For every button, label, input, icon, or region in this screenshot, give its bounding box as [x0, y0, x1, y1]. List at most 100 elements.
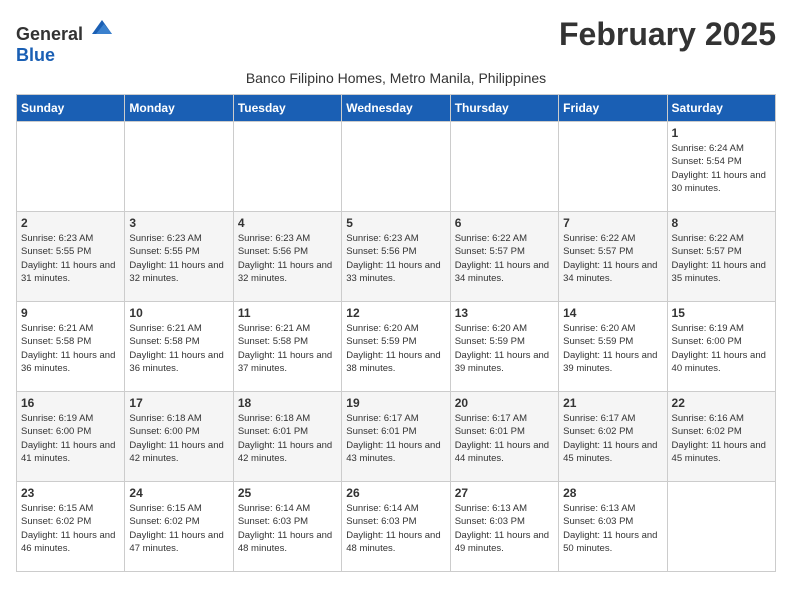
day-number: 2: [21, 216, 120, 230]
day-number: 3: [129, 216, 228, 230]
day-info: Sunrise: 6:21 AM Sunset: 5:58 PM Dayligh…: [129, 322, 228, 375]
day-info: Sunrise: 6:23 AM Sunset: 5:56 PM Dayligh…: [346, 232, 445, 285]
day-number: 22: [672, 396, 771, 410]
day-cell: 11 Sunrise: 6:21 AM Sunset: 5:58 PM Dayli…: [233, 302, 341, 392]
day-number: 20: [455, 396, 554, 410]
day-number: 24: [129, 486, 228, 500]
day-number: 25: [238, 486, 337, 500]
day-cell: 6 Sunrise: 6:22 AM Sunset: 5:57 PM Daylig…: [450, 212, 558, 302]
day-cell: 21 Sunrise: 6:17 AM Sunset: 6:02 PM Dayli…: [559, 392, 667, 482]
day-number: 9: [21, 306, 120, 320]
day-cell: 15 Sunrise: 6:19 AM Sunset: 6:00 PM Dayli…: [667, 302, 775, 392]
day-cell: 27 Sunrise: 6:13 AM Sunset: 6:03 PM Dayli…: [450, 482, 558, 572]
day-number: 11: [238, 306, 337, 320]
day-number: 15: [672, 306, 771, 320]
week-row-5: 23 Sunrise: 6:15 AM Sunset: 6:02 PM Dayli…: [17, 482, 776, 572]
day-cell: [667, 482, 775, 572]
header-day-thursday: Thursday: [450, 95, 558, 122]
day-info: Sunrise: 6:24 AM Sunset: 5:54 PM Dayligh…: [672, 142, 771, 195]
day-info: Sunrise: 6:23 AM Sunset: 5:55 PM Dayligh…: [21, 232, 120, 285]
day-info: Sunrise: 6:16 AM Sunset: 6:02 PM Dayligh…: [672, 412, 771, 465]
day-number: 1: [672, 126, 771, 140]
day-cell: 26Sunrise: 6:14 AM Sunset: 6:03 PM Dayli…: [342, 482, 450, 572]
week-row-2: 2 Sunrise: 6:23 AM Sunset: 5:55 PM Daylig…: [17, 212, 776, 302]
day-cell: 19Sunrise: 6:17 AM Sunset: 6:01 PM Dayli…: [342, 392, 450, 482]
day-info: Sunrise: 6:15 AM Sunset: 6:02 PM Dayligh…: [21, 502, 120, 555]
day-cell: [450, 122, 558, 212]
header-day-monday: Monday: [125, 95, 233, 122]
day-cell: [17, 122, 125, 212]
day-cell: 8 Sunrise: 6:22 AM Sunset: 5:57 PM Daylig…: [667, 212, 775, 302]
day-cell: [233, 122, 341, 212]
day-cell: 17 Sunrise: 6:18 AM Sunset: 6:00 PM Dayli…: [125, 392, 233, 482]
day-cell: 22 Sunrise: 6:16 AM Sunset: 6:02 PM Dayli…: [667, 392, 775, 482]
day-info: Sunrise: 6:19 AM Sunset: 6:00 PM Dayligh…: [672, 322, 771, 375]
day-cell: 14 Sunrise: 6:20 AM Sunset: 5:59 PM Dayli…: [559, 302, 667, 392]
day-info: Sunrise: 6:21 AM Sunset: 5:58 PM Dayligh…: [21, 322, 120, 375]
day-number: 7: [563, 216, 662, 230]
week-row-4: 16 Sunrise: 6:19 AM Sunset: 6:00 PM Dayli…: [17, 392, 776, 482]
day-info: Sunrise: 6:13 AM Sunset: 6:03 PM Dayligh…: [455, 502, 554, 555]
header-day-tuesday: Tuesday: [233, 95, 341, 122]
day-info: Sunrise: 6:21 AM Sunset: 5:58 PM Dayligh…: [238, 322, 337, 375]
calendar-table: SundayMondayTuesdayWednesdayThursdayFrid…: [16, 94, 776, 572]
header: General Blue February 2025: [16, 16, 776, 66]
day-cell: 4Sunrise: 6:23 AM Sunset: 5:56 PM Daylig…: [233, 212, 341, 302]
location-title: Banco Filipino Homes, Metro Manila, Phil…: [16, 70, 776, 86]
day-cell: 13 Sunrise: 6:20 AM Sunset: 5:59 PM Dayli…: [450, 302, 558, 392]
header-day-wednesday: Wednesday: [342, 95, 450, 122]
day-number: 14: [563, 306, 662, 320]
header-day-saturday: Saturday: [667, 95, 775, 122]
day-info: Sunrise: 6:15 AM Sunset: 6:02 PM Dayligh…: [129, 502, 228, 555]
day-cell: 24 Sunrise: 6:15 AM Sunset: 6:02 PM Dayli…: [125, 482, 233, 572]
day-info: Sunrise: 6:14 AM Sunset: 6:03 PM Dayligh…: [346, 502, 445, 555]
day-cell: 16 Sunrise: 6:19 AM Sunset: 6:00 PM Dayli…: [17, 392, 125, 482]
day-cell: 25 Sunrise: 6:14 AM Sunset: 6:03 PM Dayli…: [233, 482, 341, 572]
day-number: 27: [455, 486, 554, 500]
header-day-sunday: Sunday: [17, 95, 125, 122]
day-number: 28: [563, 486, 662, 500]
day-info: Sunrise: 6:17 AM Sunset: 6:01 PM Dayligh…: [455, 412, 554, 465]
day-number: 17: [129, 396, 228, 410]
day-info: Sunrise: 6:14 AM Sunset: 6:03 PM Dayligh…: [238, 502, 337, 555]
day-info: Sunrise: 6:13 AM Sunset: 6:03 PM Dayligh…: [563, 502, 662, 555]
day-cell: 23 Sunrise: 6:15 AM Sunset: 6:02 PM Dayli…: [17, 482, 125, 572]
day-cell: 18Sunrise: 6:18 AM Sunset: 6:01 PM Dayli…: [233, 392, 341, 482]
day-cell: 2 Sunrise: 6:23 AM Sunset: 5:55 PM Daylig…: [17, 212, 125, 302]
week-row-3: 9 Sunrise: 6:21 AM Sunset: 5:58 PM Daylig…: [17, 302, 776, 392]
day-info: Sunrise: 6:20 AM Sunset: 5:59 PM Dayligh…: [455, 322, 554, 375]
logo-icon: [90, 16, 114, 40]
logo-general: General: [16, 24, 83, 44]
header-day-friday: Friday: [559, 95, 667, 122]
day-info: Sunrise: 6:22 AM Sunset: 5:57 PM Dayligh…: [672, 232, 771, 285]
day-cell: 12 Sunrise: 6:20 AM Sunset: 5:59 PM Dayli…: [342, 302, 450, 392]
day-number: 13: [455, 306, 554, 320]
calendar-header-row: SundayMondayTuesdayWednesdayThursdayFrid…: [17, 95, 776, 122]
day-number: 12: [346, 306, 445, 320]
day-info: Sunrise: 6:18 AM Sunset: 6:00 PM Dayligh…: [129, 412, 228, 465]
day-info: Sunrise: 6:22 AM Sunset: 5:57 PM Dayligh…: [563, 232, 662, 285]
logo-blue: Blue: [16, 45, 55, 65]
day-number: 21: [563, 396, 662, 410]
day-info: Sunrise: 6:20 AM Sunset: 5:59 PM Dayligh…: [346, 322, 445, 375]
day-info: Sunrise: 6:22 AM Sunset: 5:57 PM Dayligh…: [455, 232, 554, 285]
day-info: Sunrise: 6:20 AM Sunset: 5:59 PM Dayligh…: [563, 322, 662, 375]
day-number: 8: [672, 216, 771, 230]
day-number: 5: [346, 216, 445, 230]
day-number: 6: [455, 216, 554, 230]
day-info: Sunrise: 6:17 AM Sunset: 6:02 PM Dayligh…: [563, 412, 662, 465]
day-cell: 9 Sunrise: 6:21 AM Sunset: 5:58 PM Daylig…: [17, 302, 125, 392]
day-info: Sunrise: 6:17 AM Sunset: 6:01 PM Dayligh…: [346, 412, 445, 465]
logo-content: General Blue: [16, 16, 114, 66]
day-cell: 10 Sunrise: 6:21 AM Sunset: 5:58 PM Dayli…: [125, 302, 233, 392]
day-cell: [559, 122, 667, 212]
day-cell: 28 Sunrise: 6:13 AM Sunset: 6:03 PM Dayli…: [559, 482, 667, 572]
day-number: 16: [21, 396, 120, 410]
day-number: 23: [21, 486, 120, 500]
day-number: 10: [129, 306, 228, 320]
day-info: Sunrise: 6:18 AM Sunset: 6:01 PM Dayligh…: [238, 412, 337, 465]
day-number: 4: [238, 216, 337, 230]
logo: General Blue: [16, 16, 114, 66]
day-cell: 20 Sunrise: 6:17 AM Sunset: 6:01 PM Dayli…: [450, 392, 558, 482]
day-info: Sunrise: 6:19 AM Sunset: 6:00 PM Dayligh…: [21, 412, 120, 465]
